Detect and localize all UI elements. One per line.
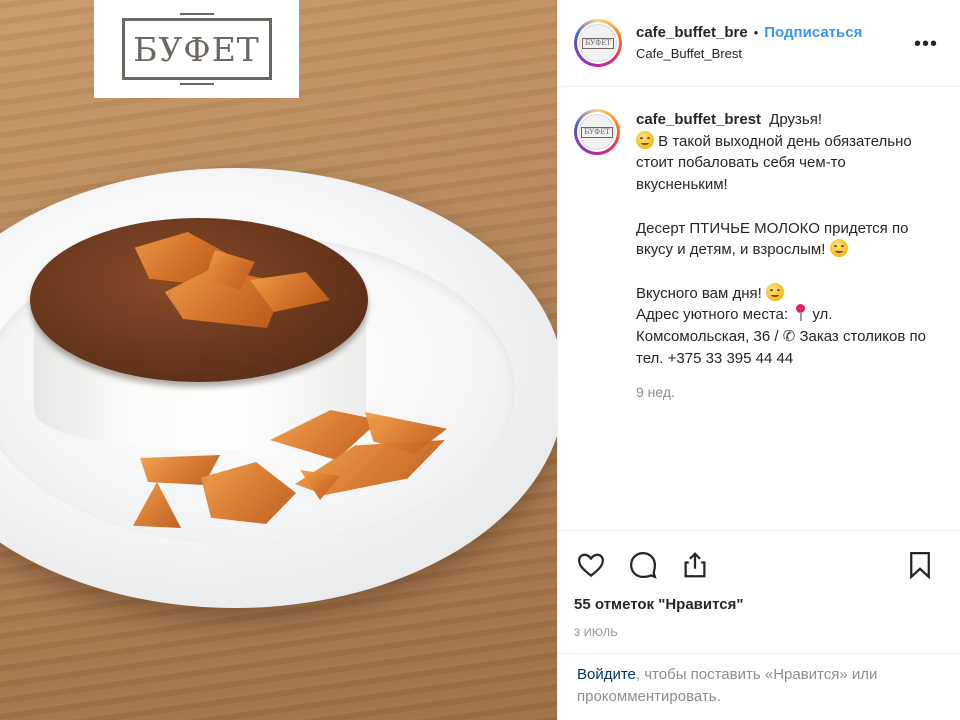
post-header: БУФЕТ cafe_buffet_bre • Подписаться Cafe… <box>558 0 960 87</box>
caption-line-3: Вкусного вам дня! <box>636 284 762 302</box>
header-top-line: cafe_buffet_bre • Подписаться <box>636 23 862 43</box>
caption-paragraph: Вкусного вам дня! Адрес уютного места: у… <box>636 282 936 370</box>
phone-icon: ✆ <box>782 328 796 345</box>
post-actions: 55 отметок "Нравится" 3 июль <box>558 530 960 639</box>
avatar-inner: БУФЕТ <box>577 22 619 64</box>
relieved-emoji-icon <box>829 239 848 258</box>
follow-button[interactable]: Подписаться <box>764 23 862 43</box>
bookmark-icon[interactable] <box>903 548 937 582</box>
header-username[interactable]: cafe_buffet_bre <box>636 23 748 43</box>
post-age[interactable]: 9 нед. <box>636 382 936 404</box>
likes-count[interactable]: 55 отметок "Нравится" <box>574 596 945 613</box>
post-caption: БУФЕТ cafe_buffet_brest Друзья! В такой … <box>558 87 960 404</box>
login-prompt: Войдите, чтобы поставить «Нравится» или … <box>558 653 960 720</box>
post-photo[interactable]: БУФЕТ <box>0 0 557 720</box>
caption-paragraph: cafe_buffet_brest Друзья! В такой выходн… <box>636 109 936 196</box>
smirk-emoji-icon <box>765 282 784 301</box>
heart-icon[interactable] <box>574 548 608 582</box>
logo-ornament-bottom <box>173 80 220 88</box>
caption-username[interactable]: cafe_buffet_brest <box>636 111 761 128</box>
comment-icon[interactable] <box>626 548 660 582</box>
logo-ornament-top <box>173 10 220 18</box>
separator-dot: • <box>753 24 759 40</box>
avatar-image: БУФЕТ <box>579 24 617 62</box>
brand-logo: БУФЕТ <box>94 0 299 98</box>
location-link[interactable]: Cafe_Buffet_Brest <box>636 46 862 63</box>
share-icon[interactable] <box>678 548 712 582</box>
logo-text: БУФЕТ <box>133 29 260 69</box>
post-date[interactable]: 3 июль <box>574 627 945 639</box>
caption-text: cafe_buffet_brest Друзья! В такой выходн… <box>636 109 936 404</box>
smile-emoji-icon <box>636 130 654 149</box>
caption-line-1: В такой выходной день обязательно стоит … <box>636 132 912 194</box>
avatar-logo-text: БУФЕТ <box>582 37 614 49</box>
caption-line-4a: Адрес уютного места: <box>636 306 789 324</box>
caption-paragraph: Десерт ПТИЧЬЕ МОЛОКО придется по вкусу и… <box>636 218 936 261</box>
post-sidebar: БУФЕТ cafe_buffet_bre • Подписаться Cafe… <box>557 0 960 720</box>
caption-line-2: Десерт ПТИЧЬЕ МОЛОКО придется по вкусу и… <box>636 219 909 259</box>
pushpin-icon <box>794 304 806 322</box>
caption-avatar-inner: БУФЕТ <box>577 112 617 152</box>
action-icons <box>574 545 945 585</box>
caption-avatar[interactable]: БУФЕТ <box>574 109 620 155</box>
login-link[interactable]: Войдите <box>577 666 636 683</box>
logo-frame: БУФЕТ <box>121 10 272 88</box>
more-options-icon[interactable]: ••• <box>914 34 938 54</box>
caption-avatar-image: БУФЕТ <box>579 114 615 150</box>
caption-avatar-logo-text: БУФЕТ <box>581 126 613 138</box>
caption-greeting: Друзья! <box>769 111 823 128</box>
avatar[interactable]: БУФЕТ <box>574 19 622 67</box>
header-text: cafe_buffet_bre • Подписаться Cafe_Buffe… <box>636 23 862 62</box>
